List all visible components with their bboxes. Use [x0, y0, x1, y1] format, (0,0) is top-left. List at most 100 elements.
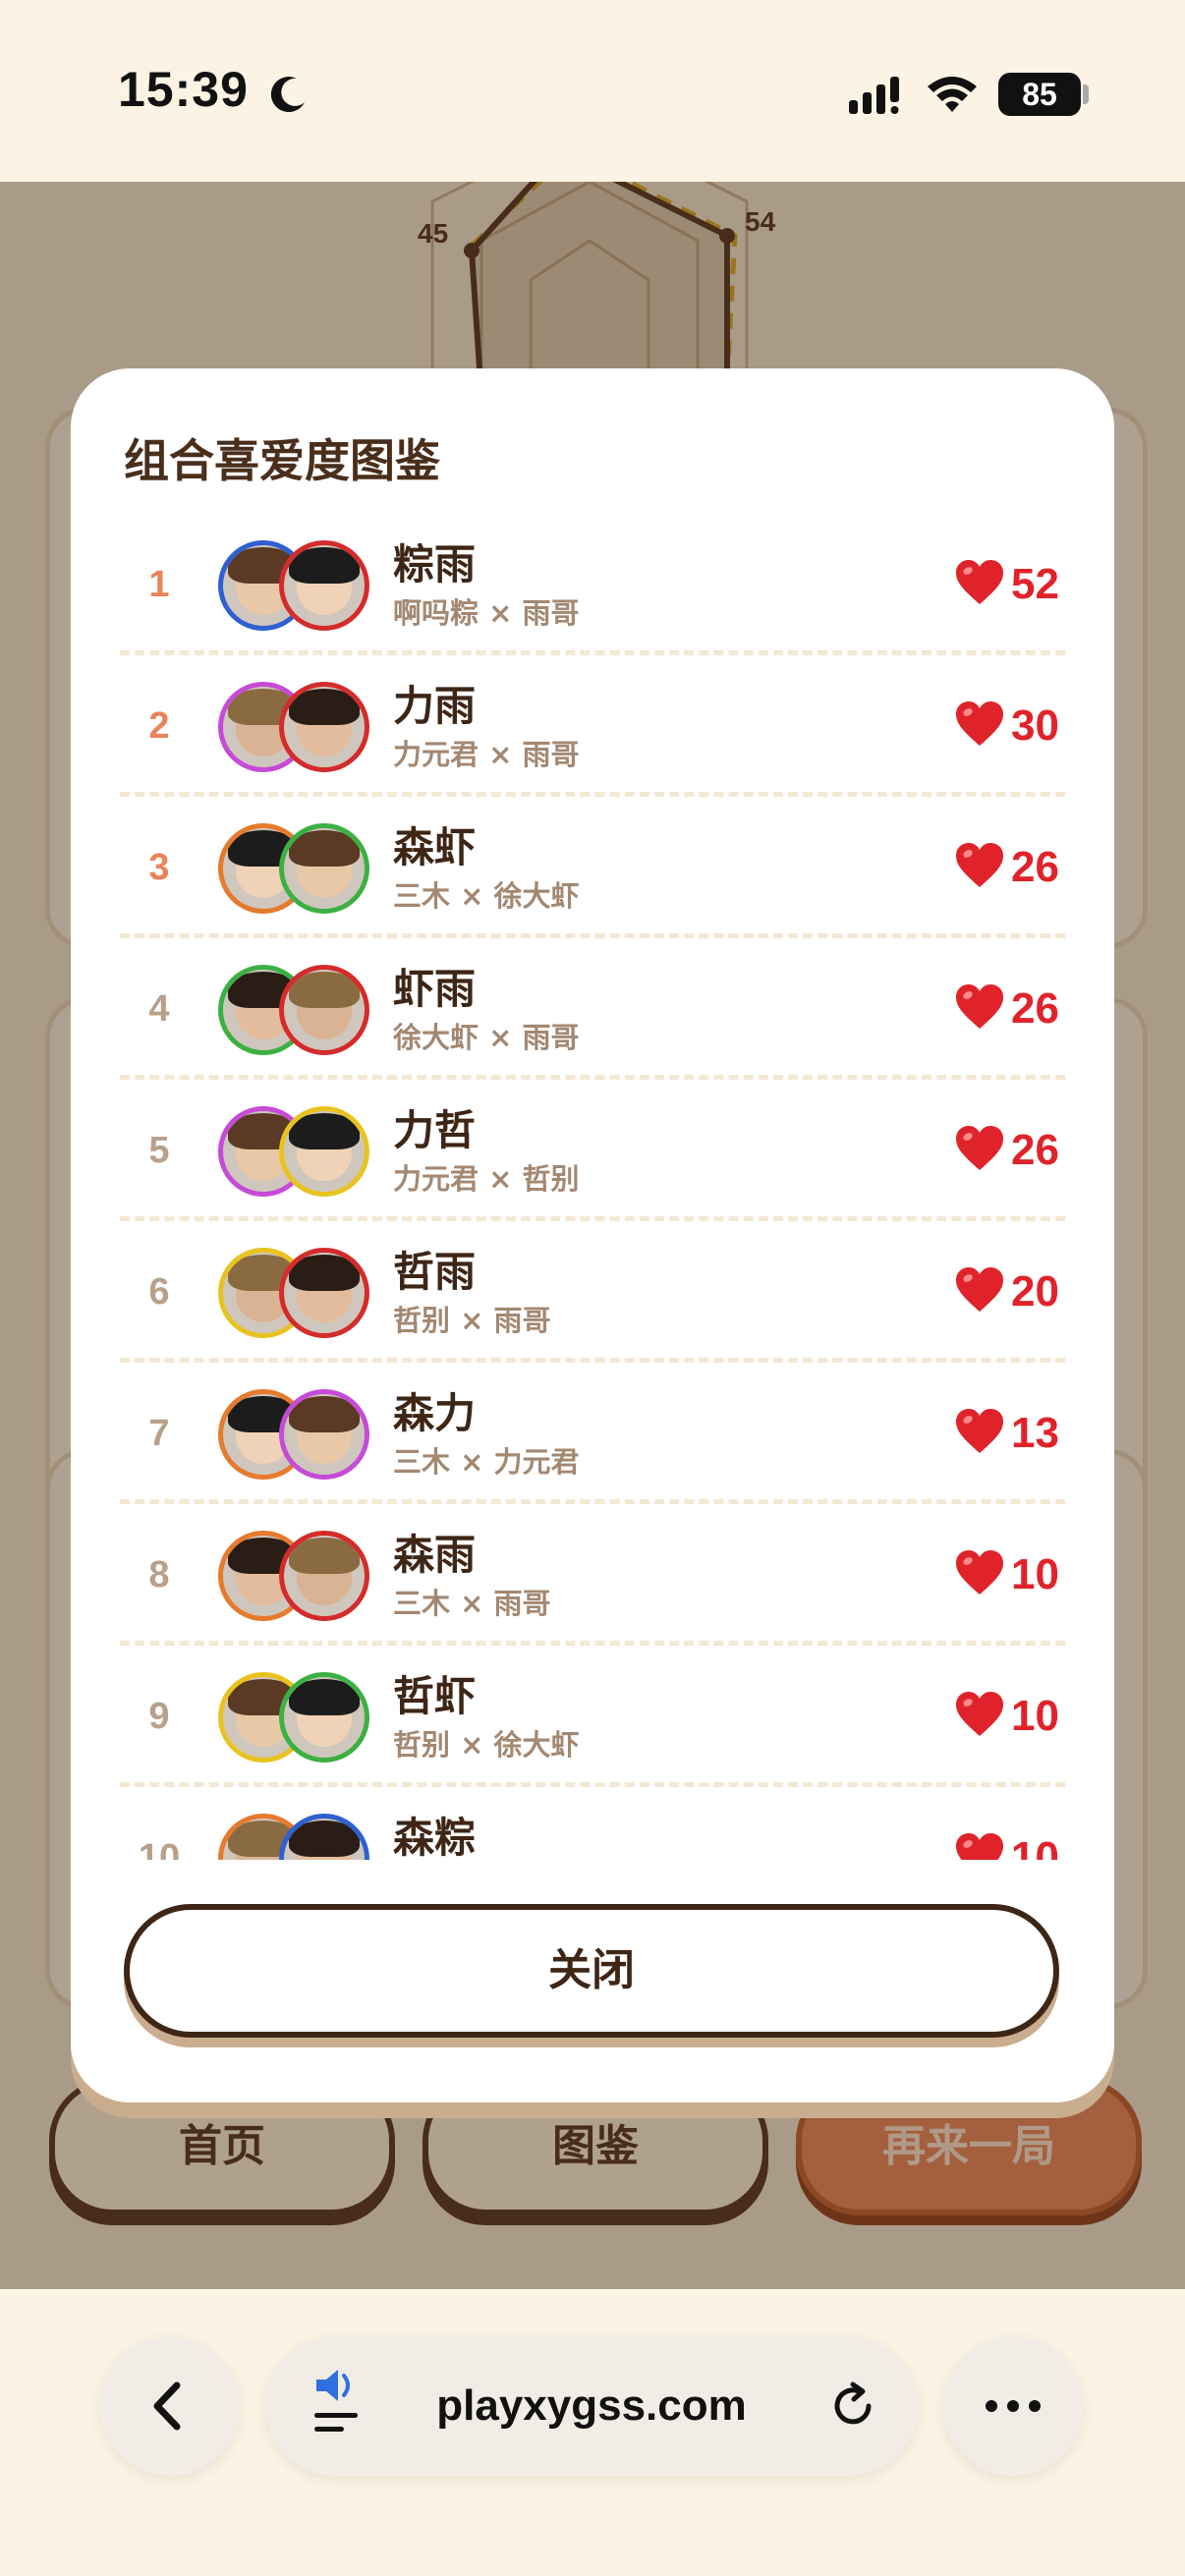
list-item[interactable]: 5 力哲 力元君 × 哲别 26 [120, 1082, 1065, 1221]
list-item[interactable]: 9 哲虾 哲别 × 徐大虾 10 [120, 1648, 1065, 1787]
address-bar[interactable]: playxygss.com [265, 2336, 918, 2476]
list-item[interactable]: 7 森力 三木 × 力元君 13 [120, 1365, 1065, 1504]
avatar-pair [218, 1814, 375, 1860]
like-score: 26 [954, 799, 1059, 936]
list-item[interactable]: 6 哲雨 哲别 × 雨哥 20 [120, 1223, 1065, 1363]
avatar-pair [218, 1672, 375, 1763]
avatar-second [279, 1248, 369, 1338]
browser-toolbar: playxygss.com [0, 2289, 1185, 2576]
like-score-value: 10 [1011, 1692, 1059, 1740]
heart-icon [956, 1692, 1004, 1737]
battery-indicator: 85 [998, 73, 1081, 116]
rank-number: 1 [148, 564, 170, 605]
rank-number: 5 [148, 1130, 170, 1171]
rank-number: 8 [148, 1554, 170, 1596]
avatar-second [279, 1106, 369, 1197]
like-score: 10 [954, 1789, 1059, 1860]
avatar-second [279, 823, 369, 914]
url-text: playxygss.com [436, 2381, 747, 2430]
heart-icon [956, 984, 1004, 1030]
combo-name: 力哲 [393, 1106, 477, 1154]
combo-name: 哲雨 [393, 1248, 477, 1296]
combo-members: 哲别 × 雨哥 [393, 1304, 551, 1337]
avatar-pair [218, 540, 375, 631]
like-score-value: 26 [1011, 984, 1059, 1033]
heart-icon [956, 1126, 1004, 1171]
avatar-pair [218, 1248, 375, 1338]
rank-number: 7 [148, 1413, 170, 1454]
combo-name: 力雨 [393, 682, 477, 730]
heart-icon [956, 701, 1004, 747]
list-item[interactable]: 8 森雨 三木 × 雨哥 10 [120, 1506, 1065, 1646]
list-item[interactable]: 10 森粽 三木 × 啊吗粽 10 [120, 1789, 1065, 1860]
heart-icon [956, 1833, 1004, 1860]
rank-number: 4 [148, 988, 170, 1030]
cellular-signal-icon [849, 77, 899, 114]
combo-members: 力元君 × 雨哥 [393, 738, 580, 771]
avatar-second [279, 1389, 369, 1480]
rank-number: 10 [138, 1837, 181, 1860]
like-score: 13 [954, 1365, 1059, 1502]
combo-name: 森雨 [393, 1531, 477, 1579]
back-button[interactable] [100, 2336, 240, 2476]
combo-members: 三木 × 徐大虾 [393, 879, 580, 913]
combo-members: 三木 × 力元君 [393, 1445, 580, 1479]
like-score: 30 [954, 657, 1059, 795]
avatar-pair [218, 1531, 375, 1621]
like-score: 26 [954, 940, 1059, 1078]
avatar-second [279, 682, 369, 772]
battery-tip [1083, 84, 1089, 104]
heart-icon [956, 560, 1004, 605]
rank-number: 3 [148, 847, 170, 888]
heart-icon [956, 1550, 1004, 1596]
avatar-second [279, 1672, 369, 1763]
chevron-left-icon [153, 2381, 181, 2431]
like-score: 52 [954, 516, 1059, 653]
like-score-value: 10 [1011, 1833, 1059, 1860]
avatar-pair [218, 682, 375, 772]
list-item[interactable]: 4 虾雨 徐大虾 × 雨哥 26 [120, 940, 1065, 1080]
like-score-value: 10 [1011, 1550, 1059, 1598]
combo-members: 啊吗粽 × 雨哥 [393, 596, 580, 630]
wifi-icon [928, 77, 977, 112]
like-score: 26 [954, 1082, 1059, 1219]
modal-title: 组合喜爱度图鉴 [124, 434, 440, 487]
like-score: 10 [954, 1648, 1059, 1785]
avatar-pair [218, 1389, 375, 1480]
combo-list[interactable]: 1 粽雨 啊吗粽 × 雨哥 52 2 力雨 力元君 × 雨哥 30 3 森虾 三… [120, 516, 1065, 1860]
like-score-value: 30 [1011, 701, 1059, 750]
avatar-second [279, 1531, 369, 1621]
like-score-value: 52 [1011, 560, 1059, 608]
like-score: 20 [954, 1223, 1059, 1361]
rank-number: 2 [148, 705, 170, 747]
list-item[interactable]: 1 粽雨 啊吗粽 × 雨哥 52 [120, 516, 1065, 655]
avatar-pair [218, 823, 375, 914]
close-button[interactable]: 关闭 [124, 1904, 1059, 2038]
avatar-second [279, 1814, 369, 1860]
more-button[interactable] [943, 2336, 1083, 2476]
heart-icon [956, 1267, 1004, 1313]
list-item[interactable]: 2 力雨 力元君 × 雨哥 30 [120, 657, 1065, 797]
combo-name: 哲虾 [393, 1672, 477, 1720]
like-score-value: 26 [1011, 843, 1059, 891]
avatar-pair [218, 1106, 375, 1197]
combo-members: 三木 × 雨哥 [393, 1587, 551, 1620]
combo-name: 虾雨 [393, 965, 477, 1013]
moon-icon [270, 77, 305, 113]
status-time: 15:39 [118, 62, 249, 117]
avatar-pair [218, 965, 375, 1055]
combo-gallery-modal: 组合喜爱度图鉴 1 粽雨 啊吗粽 × 雨哥 52 2 力雨 力元君 × 雨哥 3… [71, 368, 1114, 2102]
combo-members: 徐大虾 × 雨哥 [393, 1021, 580, 1054]
avatar-second [279, 540, 369, 631]
combo-name: 森粽 [393, 1814, 477, 1860]
avatar-second [279, 965, 369, 1055]
combo-members: 力元君 × 哲别 [393, 1162, 580, 1196]
combo-name: 森力 [393, 1389, 477, 1437]
combo-name: 粽雨 [393, 540, 477, 588]
more-dots-icon [986, 2400, 1041, 2412]
like-score-value: 13 [1011, 1409, 1059, 1457]
reload-icon[interactable] [823, 2377, 882, 2436]
rank-number: 6 [148, 1271, 170, 1313]
list-item[interactable]: 3 森虾 三木 × 徐大虾 26 [120, 799, 1065, 938]
like-score: 10 [954, 1506, 1059, 1644]
